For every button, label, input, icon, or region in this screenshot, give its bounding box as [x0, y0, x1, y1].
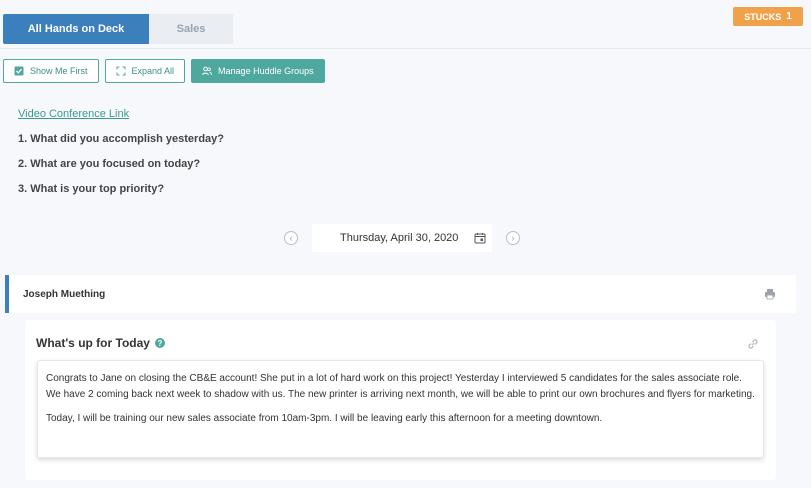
- print-icon[interactable]: [764, 288, 776, 300]
- users-icon: [202, 66, 212, 76]
- member-row[interactable]: Joseph Muething: [5, 275, 796, 313]
- video-conference-link[interactable]: Video Conference Link: [18, 108, 129, 120]
- expand-all-button[interactable]: Expand All: [104, 59, 186, 83]
- link-icon[interactable]: [746, 337, 760, 351]
- show-me-first-label: Show Me First: [30, 66, 88, 76]
- tab-all-hands-on-deck[interactable]: All Hands on Deck: [3, 14, 149, 44]
- checkbox-icon: [14, 66, 24, 76]
- expand-icon: [116, 66, 126, 76]
- member-name: Joseph Muething: [23, 288, 106, 300]
- previous-day-button[interactable]: ‹: [284, 231, 298, 245]
- expand-all-label: Expand All: [131, 66, 175, 76]
- question-3: 3. What is your top priority?: [18, 183, 165, 195]
- card-header: What's up for Today ?: [36, 336, 165, 350]
- stucks-count-badge: 1: [786, 11, 792, 22]
- question-2: 2. What are you focused on today?: [18, 158, 201, 170]
- stucks-button[interactable]: STUCKS 1: [733, 7, 803, 26]
- question-1: 1. What did you accomplish yesterday?: [18, 133, 224, 145]
- header-divider: [0, 48, 811, 49]
- help-icon[interactable]: ?: [154, 338, 165, 348]
- card-title: What's up for Today: [36, 336, 150, 350]
- chevron-right-icon: ›: [511, 233, 515, 243]
- manage-huddle-groups-button[interactable]: Manage Huddle Groups: [191, 59, 325, 83]
- tab-sales[interactable]: Sales: [149, 14, 233, 44]
- date-picker: ‹ Thursday, April 30, 2020 ›: [284, 224, 520, 252]
- huddle-tabs: All Hands on Deck Sales: [3, 14, 233, 44]
- date-field[interactable]: Thursday, April 30, 2020: [312, 224, 492, 252]
- calendar-icon[interactable]: [474, 232, 486, 244]
- update-paragraph-1: Congrats to Jane on closing the CB&E acc…: [46, 373, 755, 400]
- toolbar: Show Me First Expand All Manage Huddle G…: [3, 59, 325, 83]
- chevron-left-icon: ‹: [289, 233, 293, 243]
- next-day-button[interactable]: ›: [506, 231, 520, 245]
- update-text-area[interactable]: Congrats to Jane on closing the CB&E acc…: [37, 360, 764, 458]
- manage-huddle-groups-label: Manage Huddle Groups: [218, 66, 314, 76]
- whats-up-card: What's up for Today ? Congrats to Jane o…: [25, 320, 776, 480]
- show-me-first-button[interactable]: Show Me First: [3, 59, 99, 83]
- stucks-label: STUCKS: [744, 11, 782, 22]
- date-value: Thursday, April 30, 2020: [340, 232, 459, 244]
- update-paragraph-2: Today, I will be training our new sales …: [46, 413, 603, 424]
